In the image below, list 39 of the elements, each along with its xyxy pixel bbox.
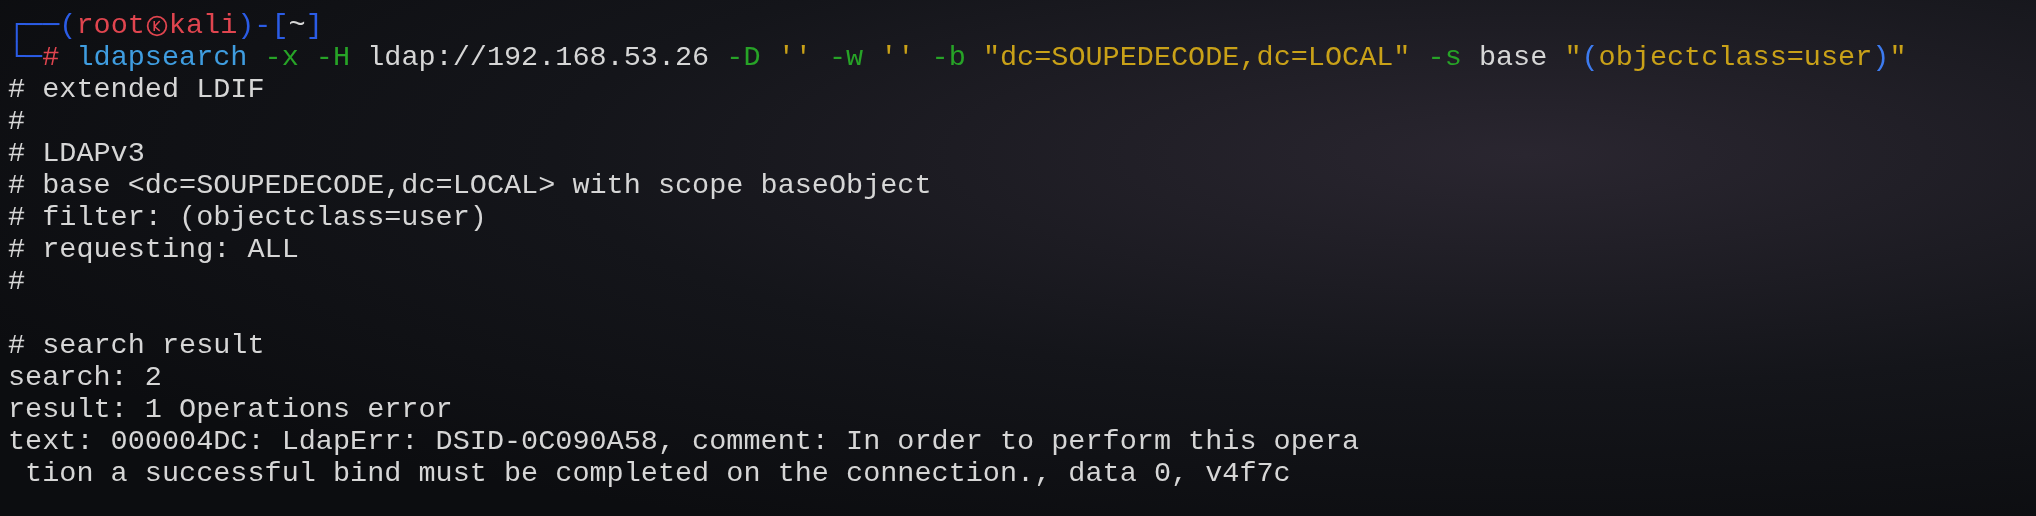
command-token: base <box>1478 42 1548 74</box>
prompt-user: root <box>76 10 145 42</box>
command-token: '' <box>777 42 812 74</box>
output-line: tion a successful bind must be completed on the connection., data 0, v4f7c <box>24 458 1292 490</box>
filter-paren: ) <box>1872 42 1890 74</box>
output-line: search: 2 <box>8 362 163 394</box>
command-token: '' <box>880 42 915 74</box>
output-line: text: 000004DC: LdapErr: DSID-0C090A58, comment: In order to perform this opera <box>8 426 1361 458</box>
output-line: # search result <box>8 330 266 362</box>
output-line: result: 1 Operations error <box>8 394 454 426</box>
command-token: -D <box>726 42 761 74</box>
prompt-directory: ~ <box>288 10 306 42</box>
command-token: -w <box>828 42 864 74</box>
command-token: ldap://192.168.53.26 <box>367 42 710 74</box>
command-token: -H <box>315 42 351 74</box>
kali-logo-icon <box>145 15 168 37</box>
output-line: # <box>8 106 27 138</box>
command-token: "dc=SOUPEDECODE,dc=LOCAL" <box>982 42 1411 74</box>
output-line: # extended LDIF <box>8 74 266 106</box>
command-token: -x <box>264 42 299 74</box>
command-token: ldapsearch <box>76 42 248 74</box>
output-line: # filter: (objectclass=user) <box>8 202 488 234</box>
filter-quote: " <box>1564 42 1582 74</box>
output-line: # <box>8 266 27 298</box>
prompt-symbol: # <box>42 42 60 74</box>
bracket: ] <box>305 10 323 42</box>
command-token: -b <box>931 42 966 74</box>
command-token: objectclass=user <box>1598 42 1873 74</box>
output-line: # LDAPv3 <box>8 138 146 170</box>
prompt-corner: └─ <box>8 42 43 74</box>
paren: ( <box>59 10 77 42</box>
filter-paren: ( <box>1581 42 1599 74</box>
prompt-corner: ┌── <box>8 10 60 42</box>
output-line: # base <dc=SOUPEDECODE,dc=LOCAL> with scope baseObject <box>8 170 933 202</box>
filter-quote: " <box>1889 42 1907 74</box>
paren: )-[ <box>237 10 289 42</box>
command-token: -s <box>1427 42 1462 74</box>
prompt-host: kali <box>168 10 238 42</box>
output-line: # requesting: ALL <box>8 234 300 266</box>
